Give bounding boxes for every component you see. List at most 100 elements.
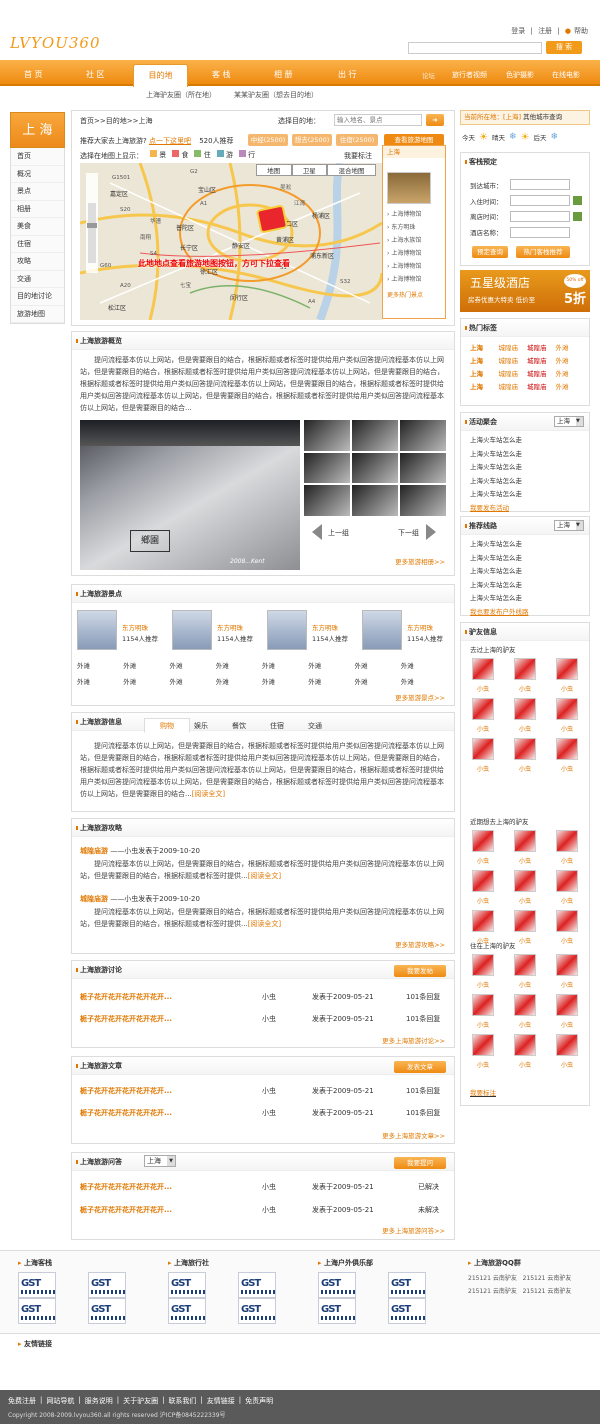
friend-name[interactable]: 小虫	[512, 764, 538, 773]
thumb[interactable]	[400, 420, 446, 451]
other-city-link[interactable]: 其他城市查询	[523, 113, 562, 121]
spot-small[interactable]: 外滩	[401, 676, 447, 686]
site-logo[interactable]: LVYOU360	[10, 34, 101, 52]
friend-name[interactable]: 小虫	[512, 1020, 538, 1029]
hot-inn-button[interactable]: 热门客栈推荐	[516, 246, 570, 258]
friend-name[interactable]: 小虫	[554, 1020, 580, 1029]
tag[interactable]: 城隍庙	[527, 355, 556, 365]
map-sidebar-more[interactable]: 更多热门景点	[387, 289, 445, 302]
friend-avatar[interactable]	[556, 698, 578, 720]
spot-photo[interactable]	[267, 610, 307, 650]
partner-badge[interactable]: GST	[388, 1298, 426, 1324]
friend-avatar[interactable]	[556, 954, 578, 976]
events-city-select[interactable]: 上海 ▼	[554, 416, 584, 427]
more-spots[interactable]: 更多旅游景点>>	[395, 692, 445, 702]
publish-route-link[interactable]: 我也要发布户外线路	[470, 606, 529, 620]
spot-small[interactable]: 外滩	[216, 676, 262, 686]
guide-name[interactable]: 城隍庙游	[80, 895, 108, 903]
spot-small[interactable]: 外滩	[216, 660, 262, 670]
tag[interactable]: 城隍庙	[499, 381, 528, 391]
friend-avatar[interactable]	[472, 1034, 494, 1056]
friend-name[interactable]: 小虫	[470, 1060, 496, 1069]
friend-name[interactable]: 小虫	[554, 980, 580, 989]
search-button[interactable]: 搜 索	[546, 41, 582, 54]
friend-avatar[interactable]	[514, 658, 536, 680]
friend-avatar[interactable]	[514, 870, 536, 892]
friend-name[interactable]: 小虫	[554, 936, 580, 945]
partner-badge[interactable]: GST	[318, 1272, 356, 1298]
friend-avatar[interactable]	[556, 1034, 578, 1056]
partner-badge[interactable]: GST	[318, 1298, 356, 1324]
friend-name[interactable]: 小虫	[470, 980, 496, 989]
nav-video[interactable]: 旅行者视频	[452, 70, 487, 80]
spot-small[interactable]: 外滩	[308, 676, 354, 686]
spot-small[interactable]: 外滩	[77, 676, 123, 686]
left-menu-item[interactable]: 景点	[11, 183, 64, 201]
spot-small[interactable]: 外滩	[262, 660, 308, 670]
thumb[interactable]	[400, 452, 446, 484]
friend-avatar[interactable]	[472, 738, 494, 760]
calendar-icon[interactable]	[573, 212, 582, 221]
friend-avatar[interactable]	[514, 1034, 536, 1056]
list-item[interactable]: 上海火车站怎么走	[470, 592, 529, 606]
friend-avatar[interactable]	[556, 994, 578, 1016]
publish-event-link[interactable]: 我要发布活动	[470, 502, 522, 516]
register-link[interactable]: 注册	[538, 27, 552, 35]
publish-article-button[interactable]: 发表文章	[394, 1061, 446, 1073]
search-input[interactable]	[408, 42, 542, 54]
nav-destination[interactable]: 目的地	[133, 64, 188, 87]
tag[interactable]: 城隍庙	[499, 368, 528, 378]
info-read-more[interactable]: [阅读全文]	[192, 790, 225, 798]
friend-avatar[interactable]	[472, 698, 494, 720]
spot-name[interactable]: 东方明珠	[122, 622, 148, 632]
friend-avatar[interactable]	[556, 910, 578, 932]
book-search-button[interactable]: 预定查询	[472, 246, 508, 258]
mark-me-link[interactable]: 我要标注	[470, 1087, 496, 1097]
friend-avatar[interactable]	[514, 738, 536, 760]
more-discuss[interactable]: 更多上海旅游讨论>>	[382, 1035, 445, 1045]
partner-badge[interactable]: GST	[168, 1298, 206, 1324]
friend-name[interactable]: 小虫	[470, 684, 496, 693]
spot-small[interactable]: 外滩	[77, 660, 123, 670]
friend-avatar[interactable]	[472, 870, 494, 892]
friend-name[interactable]: 小虫	[554, 1060, 580, 1069]
info-tab-food[interactable]: 餐饮	[232, 721, 246, 731]
table-row[interactable]: 栀子花开花开花开花开花开... 小虫 发表于2009-05-21 101条回复	[80, 1108, 450, 1120]
map-type-satellite[interactable]: 卫星	[291, 164, 328, 176]
thumb[interactable]	[352, 420, 398, 451]
qa-city-select[interactable]: 上海 ▼	[144, 1155, 176, 1167]
tab-stay[interactable]: 住宿(2500)	[336, 134, 378, 146]
destination-input[interactable]	[334, 114, 422, 126]
thumb[interactable]	[304, 420, 350, 451]
friend-avatar[interactable]	[472, 994, 494, 1016]
friend-name[interactable]: 小虫	[470, 724, 496, 733]
more-qa[interactable]: 更多上海旅游问答>>	[382, 1225, 445, 1235]
mark-link[interactable]: 我要标注	[344, 151, 372, 161]
map-sidebar-item[interactable]: › 上海博物馆	[387, 273, 445, 286]
subnav-local[interactable]: 上海驴友圈（所在地）	[146, 90, 216, 100]
tag[interactable]: 上海	[470, 368, 499, 378]
post-button[interactable]: 我要发帖	[394, 965, 446, 977]
left-menu-item[interactable]: 概况	[11, 165, 64, 183]
friend-name[interactable]: 小虫	[512, 684, 538, 693]
info-tab-fun[interactable]: 娱乐	[194, 721, 208, 731]
left-menu-item[interactable]: 美食	[11, 218, 64, 236]
go-button[interactable]: ➜	[426, 114, 444, 126]
partner-badge[interactable]: GST	[238, 1298, 276, 1324]
friend-avatar[interactable]	[556, 738, 578, 760]
friend-avatar[interactable]	[472, 658, 494, 680]
friend-name[interactable]: 小虫	[512, 1060, 538, 1069]
partner-badge[interactable]: GST	[88, 1298, 126, 1324]
friend-name[interactable]: 小虫	[512, 896, 538, 905]
map-sidebar-item[interactable]: › 上海水族馆	[387, 234, 445, 247]
friend-name[interactable]: 小虫	[512, 724, 538, 733]
routes-city-select[interactable]: 上海 ▼	[554, 520, 584, 531]
ask-button[interactable]: 我要提问	[394, 1157, 446, 1169]
spot-name[interactable]: 东方明珠	[312, 622, 338, 632]
table-row[interactable]: 栀子花开花开花开花开花开... 小虫 发表于2009-05-21 未解决	[80, 1205, 450, 1217]
list-item[interactable]: 上海火车站怎么走	[470, 434, 522, 448]
map-type-hybrid[interactable]: 混合地图	[327, 164, 376, 176]
friend-avatar[interactable]	[514, 830, 536, 852]
friend-name[interactable]: 小虫	[470, 896, 496, 905]
nav-home[interactable]: 首 页	[24, 69, 43, 80]
